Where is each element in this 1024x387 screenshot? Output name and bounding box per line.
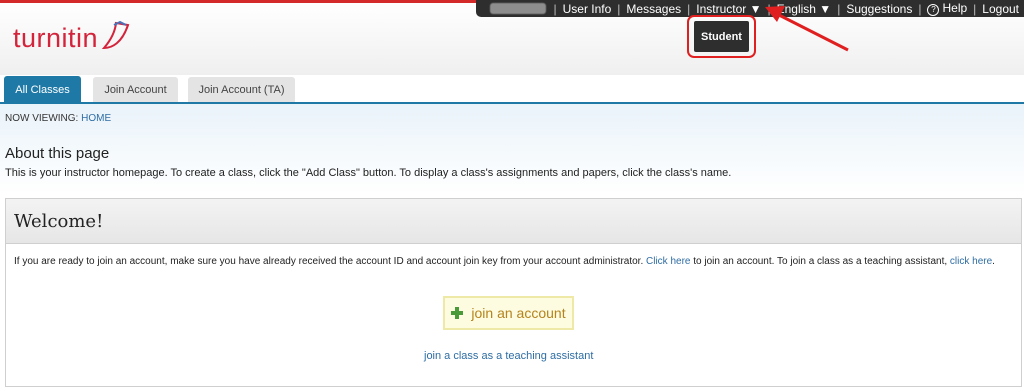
annotation-arrow-icon <box>765 6 849 52</box>
join-class-ta-link[interactable]: join a class as a teaching assistant <box>424 350 593 362</box>
page-title: About this page <box>5 145 110 162</box>
redacted-username <box>490 3 547 14</box>
tab-bar: All Classes Join Account Join Account (T… <box>0 76 1024 103</box>
annotation-highlight-box: Student <box>687 15 756 58</box>
join-account-click-here-link[interactable]: Click here <box>646 256 690 267</box>
breadcrumb-home-link[interactable]: HOME <box>81 113 111 124</box>
turnitin-logo[interactable]: turnitin <box>13 21 132 53</box>
breadcrumb: NOW VIEWING: HOME <box>5 113 111 124</box>
tab-join-account[interactable]: Join Account <box>93 77 178 102</box>
welcome-text-part-1: If you are ready to join an account, mak… <box>14 256 647 267</box>
logout-link[interactable]: Logout <box>977 2 1024 16</box>
join-ta-click-here-link[interactable]: click here <box>950 256 992 267</box>
welcome-panel: Welcome! If you are ready to join an acc… <box>5 198 1022 387</box>
help-label: Help <box>942 1 968 15</box>
welcome-text-part-2: to join an account. To join a class as a… <box>690 256 950 267</box>
join-account-button[interactable]: join an account <box>443 296 574 330</box>
plus-icon <box>451 307 464 319</box>
messages-link[interactable]: Messages <box>621 2 686 16</box>
tab-all-classes[interactable]: All Classes <box>4 76 81 103</box>
logo-mark-icon <box>101 21 130 50</box>
welcome-text: If you are ready to join an account, mak… <box>14 256 995 267</box>
student-role-option[interactable]: Student <box>694 21 749 52</box>
page-description: This is your instructor homepage. To cre… <box>5 167 732 179</box>
welcome-title: Welcome! <box>14 210 104 232</box>
user-info-link[interactable]: User Info <box>558 2 617 16</box>
help-link[interactable]: ? Help <box>922 1 972 16</box>
tab-join-account-ta[interactable]: Join Account (TA) <box>188 77 295 102</box>
logo-text: turnitin <box>13 23 99 53</box>
join-account-label: join an account <box>471 305 566 321</box>
welcome-text-part-3: . <box>992 256 995 267</box>
question-circle-icon: ? <box>927 4 940 16</box>
breadcrumb-prefix: NOW VIEWING: <box>5 113 82 124</box>
welcome-panel-header: Welcome! <box>6 199 1021 244</box>
